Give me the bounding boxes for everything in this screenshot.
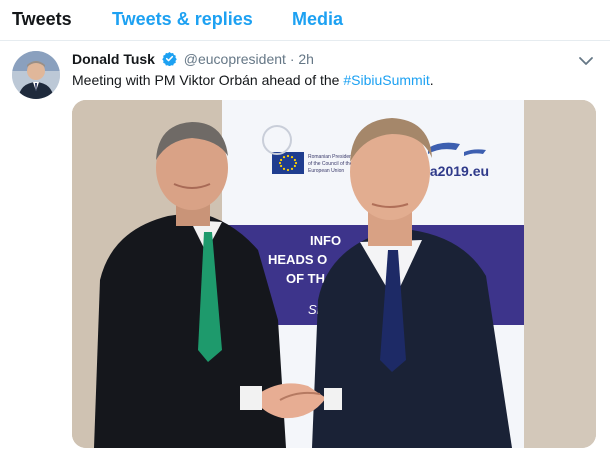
tab-tweets-and-replies[interactable]: Tweets & replies	[112, 9, 253, 30]
panel-text-2: HEADS O	[268, 252, 327, 267]
tweet-photo[interactable]: Romanian Presidency of the Council of th…	[72, 100, 596, 448]
tweet-text: Meeting with PM Viktor Orbán ahead of th…	[72, 72, 434, 88]
tab-media[interactable]: Media	[292, 9, 343, 30]
verified-badge-icon	[162, 51, 177, 69]
tweet-text-suffix: .	[429, 72, 434, 88]
author-name[interactable]: Donald Tusk	[72, 51, 155, 67]
profile-tabs: Tweets Tweets & replies Media	[0, 0, 610, 41]
tweet-header: Donald Tusk @eucopresident · 2h	[72, 51, 314, 69]
tab-tweets[interactable]: Tweets	[12, 9, 72, 30]
hashtag-link[interactable]: #SibiuSummit	[343, 72, 429, 88]
banner-text-1: Romanian Presidency	[308, 154, 357, 160]
banner-text-3: European Union	[308, 168, 344, 174]
banner-text-2: of the Council of the	[308, 161, 353, 167]
avatar-image	[12, 51, 60, 99]
panel-text-1: INFO	[310, 233, 341, 248]
author-handle[interactable]: @eucopresident	[184, 51, 286, 67]
tweet-text-prefix: Meeting with PM Viktor Orbán ahead of th…	[72, 72, 344, 88]
panel-text-3: OF TH	[286, 271, 325, 286]
tweet-timestamp[interactable]: 2h	[298, 51, 314, 67]
chevron-down-icon[interactable]	[578, 54, 594, 66]
photo-image: Romanian Presidency of the Council of th…	[72, 100, 596, 448]
avatar[interactable]	[12, 51, 60, 99]
banner-site-text: ia2019.eu	[426, 163, 489, 179]
separator-dot: ·	[289, 51, 295, 67]
